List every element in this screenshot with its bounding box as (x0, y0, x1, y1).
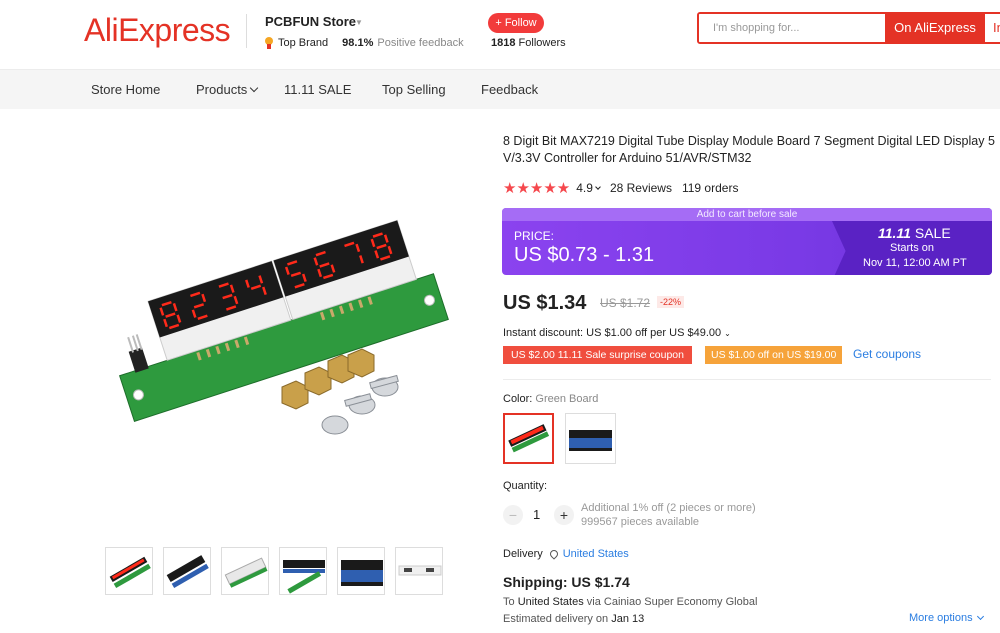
thumbnail-5[interactable] (337, 547, 385, 595)
sale-price-range: US $0.73 - 1.31 (514, 244, 655, 266)
store-brand-row: Top Brand 98.1% Positive feedback (264, 37, 464, 49)
shipping-cost: Shipping: US $1.74 (503, 574, 630, 590)
nav-top-selling[interactable]: Top Selling (382, 82, 446, 97)
search-on-aliexpress-button[interactable]: On AliExpress (885, 14, 985, 42)
quantity-increase-button[interactable]: + (554, 505, 574, 525)
followers-number: 1818 (491, 37, 516, 49)
delivery-row: Delivery United States (503, 548, 629, 560)
chevron-down-icon: ⌄ (724, 329, 731, 338)
rating-score[interactable]: 4.9 (576, 181, 593, 195)
store-caret-icon[interactable]: ▼ (355, 18, 363, 27)
follow-button[interactable]: + Follow (488, 13, 544, 33)
top-brand-label: Top Brand (278, 37, 329, 49)
thumbnail-1[interactable] (105, 547, 153, 595)
add-to-cart-before-sale: Add to cart before sale (502, 208, 992, 221)
search-in-store-button[interactable]: In (986, 14, 1000, 42)
color-label: Color: Green Board (503, 393, 598, 405)
more-options-link[interactable]: More options (909, 612, 984, 624)
quantity-decrease-button[interactable]: − (503, 505, 523, 525)
nav-sale[interactable]: 11.11 SALE (284, 82, 351, 97)
quantity-bulk-discount-note: Additional 1% off (2 pieces or more) (581, 502, 756, 514)
thumbnail-3[interactable] (221, 547, 269, 595)
current-price: US $1.34 (503, 292, 587, 314)
store-nav: Store Home Products 11.11 SALE Top Selli… (0, 70, 1000, 109)
header-divider (246, 14, 247, 48)
sale-event-word: SALE (914, 225, 951, 241)
quantity-label: Quantity: (503, 480, 548, 492)
reviews-link[interactable]: 28 Reviews (610, 181, 672, 195)
search-bar: On AliExpress In (697, 12, 1000, 44)
rating-stars-icon: ★★★★★ (503, 180, 571, 197)
color-swatch-blue[interactable] (565, 413, 616, 464)
thumbnail-6[interactable] (395, 547, 443, 595)
quantity-available: 999567 pieces available (581, 516, 700, 528)
thumbnail-4[interactable] (279, 547, 327, 595)
chevron-down-icon (250, 83, 259, 93)
color-swatch-green[interactable] (503, 413, 554, 464)
est-prefix: Estimated delivery on (503, 613, 609, 625)
color-label-text: Color: (503, 393, 533, 405)
sale-start-date: Nov 11, 12:00 AM PT (863, 257, 967, 269)
sale-event-num: 11.11 (878, 225, 911, 241)
nav-products[interactable]: Products (196, 82, 259, 97)
nav-products-label: Products (196, 82, 248, 97)
nav-feedback[interactable]: Feedback (481, 82, 538, 97)
feedback-percent: 98.1% (342, 37, 374, 49)
chevron-down-icon (976, 612, 984, 621)
product-thumbnails (105, 547, 443, 595)
thumbnail-2[interactable] (163, 547, 211, 595)
delivery-country-link[interactable]: United States (563, 548, 629, 560)
delivery-label: Delivery (503, 548, 543, 560)
store-name[interactable]: PCBFUN Store (265, 14, 356, 29)
site-header: AliExpress PCBFUN Store ▼ Top Brand 98.1… (0, 0, 1000, 70)
discount-badge: -22% (657, 296, 685, 308)
search-input[interactable] (699, 14, 885, 42)
est-date: Jan 13 (611, 613, 645, 625)
top-brand-medal-icon (264, 37, 274, 49)
more-options-label: More options (909, 612, 973, 624)
nav-store-home[interactable]: Store Home (91, 82, 160, 97)
ship-to-line: To United States via Cainiao Super Econo… (503, 596, 757, 608)
location-pin-icon (548, 548, 560, 560)
color-selected: Green Board (535, 393, 599, 405)
feedback-label: Positive feedback (377, 37, 464, 49)
estimated-delivery: Estimated delivery on Jan 13 (503, 613, 644, 625)
rating-chevron-icon[interactable] (595, 184, 601, 190)
coupon-sale-surprise[interactable]: US $2.00 11.11 Sale surprise coupon (503, 346, 692, 364)
original-price: US $1.72 (600, 296, 651, 310)
divider (503, 379, 991, 380)
get-coupons-link[interactable]: Get coupons (853, 347, 921, 361)
sale-starts-label: Starts on (890, 242, 935, 254)
product-main-image[interactable] (100, 175, 450, 465)
coupon-store[interactable]: US $1.00 off on US $19.00 (705, 346, 843, 364)
ship-to-country: United States (517, 596, 584, 608)
ship-to-prefix: To (503, 596, 515, 608)
followers-label: Followers (518, 37, 566, 49)
quantity-input[interactable]: 1 (533, 507, 540, 522)
instant-discount[interactable]: Instant discount: US $1.00 off per US $4… (503, 327, 731, 339)
product-title: 8 Digit Bit MAX7219 Digital Tube Display… (503, 134, 995, 165)
aliexpress-logo[interactable]: AliExpress (84, 12, 231, 49)
rating-row: ★★★★★ 4.9 28 Reviews 119 orders (503, 179, 738, 197)
sale-event-title: 11.11 SALE (878, 225, 951, 241)
orders-count: 119 orders (681, 181, 739, 195)
followers-count: 1818 Followers (491, 37, 566, 49)
instant-discount-text: Instant discount: US $1.00 off per US $4… (503, 327, 722, 339)
sale-price-label: PRICE: (514, 229, 555, 243)
ship-via: via Cainiao Super Economy Global (586, 596, 758, 608)
